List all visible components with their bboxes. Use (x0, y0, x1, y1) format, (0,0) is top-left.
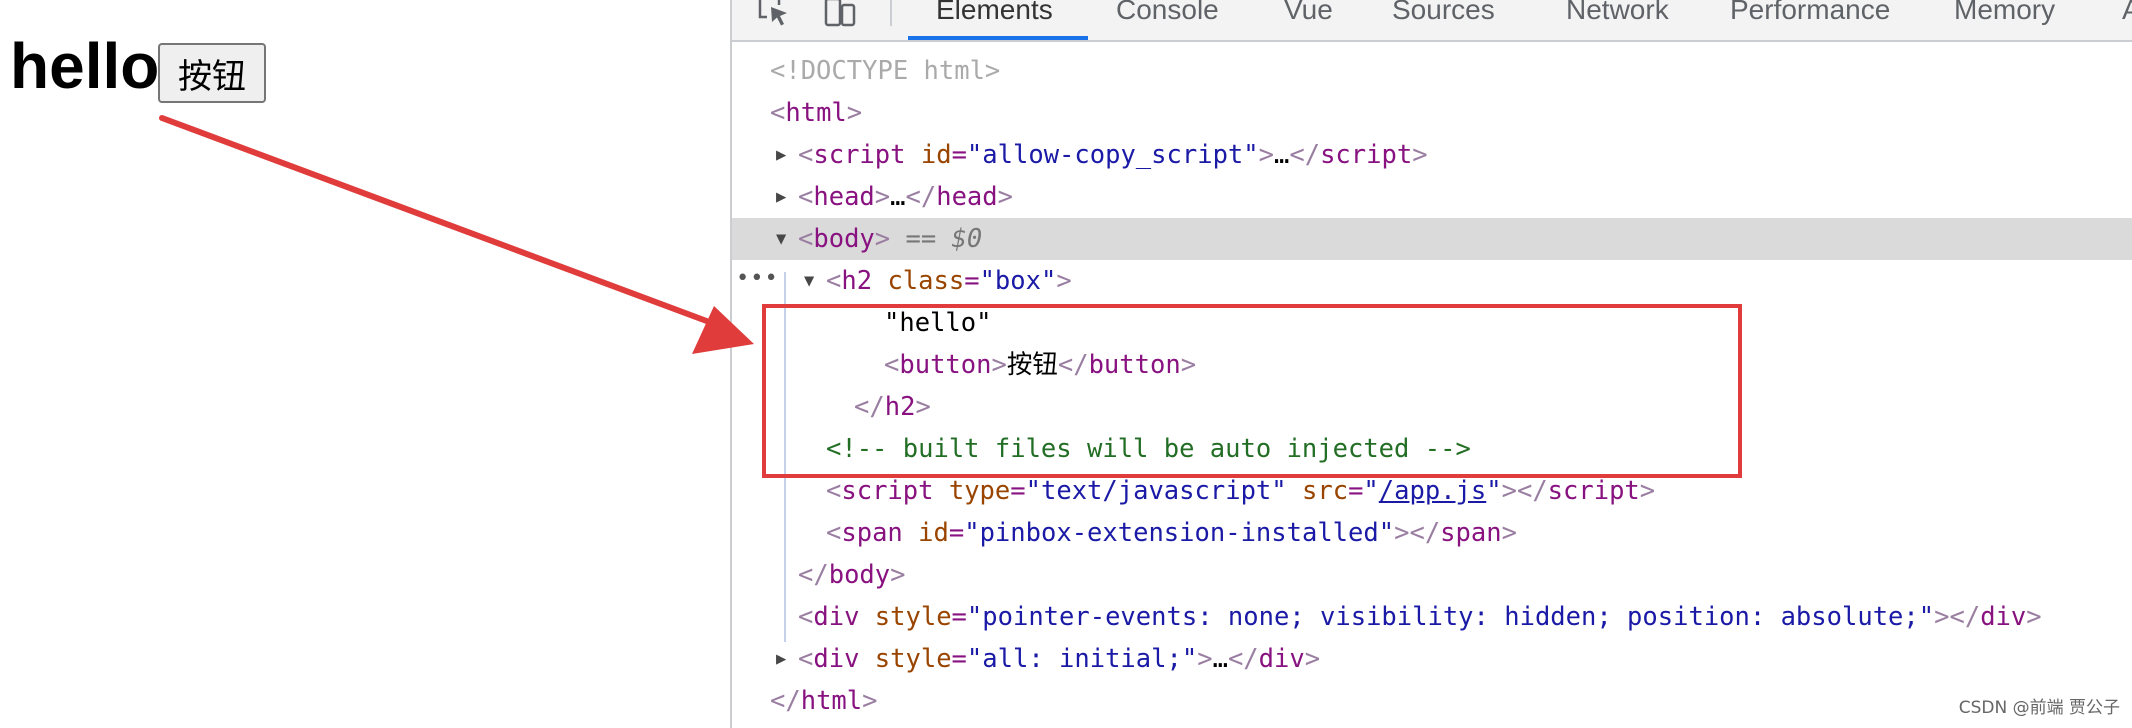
tab-overflow[interactable]: A (2118, 0, 2132, 40)
elements-dom-tree: <!DOCTYPE html> <html> ▶ <script id="all… (732, 42, 2132, 728)
attr-value: pointer-events: none; visibility: hidden… (982, 602, 1919, 632)
tag-name: h2 (841, 266, 873, 296)
inspect-element-icon[interactable] (754, 0, 794, 30)
collapsed-ellipsis: … (1212, 644, 1228, 674)
collapsed-ellipsis: … (890, 182, 906, 212)
attr-value: text/javascript (1040, 476, 1272, 506)
tag-name: div (1980, 602, 2027, 632)
tag-name: script (1547, 476, 1640, 506)
attr-name: style (874, 602, 952, 632)
dom-doctype[interactable]: <!DOCTYPE html> (770, 50, 1000, 92)
more-options-icon[interactable]: ••• (736, 260, 779, 298)
attr-value: box (994, 266, 1041, 296)
tag-name: div (813, 602, 860, 632)
tag-name: span (1440, 518, 1502, 548)
attr-value: all: initial; (982, 644, 1182, 674)
src-link[interactable]: /app.js (1379, 476, 1486, 506)
attr-name: src (1302, 476, 1349, 506)
attr-name: id (918, 518, 949, 548)
tab-memory[interactable]: Memory (1950, 0, 2059, 40)
tag-name: html (785, 98, 847, 128)
tab-elements[interactable]: Elements (932, 0, 1057, 40)
tag-name: body (828, 560, 891, 590)
expand-triangle-icon[interactable]: ▶ (776, 176, 786, 218)
tag-name: button (1088, 350, 1181, 380)
dom-body-close[interactable]: </body> (798, 554, 906, 596)
tab-performance[interactable]: Performance (1726, 0, 1894, 40)
button-text-node: 按钮 (1006, 350, 1058, 380)
collapsed-ellipsis: … (1274, 140, 1290, 170)
tab-vue[interactable]: Vue (1280, 0, 1337, 40)
toolbar-separator (890, 0, 892, 26)
dom-body-selected[interactable]: ••• ▼ <body> == $0 (732, 218, 2132, 291)
screenshot-root: hello 按钮 Elements Console Vue Sources Ne… (0, 0, 2132, 728)
dom-span-pinbox[interactable]: <span id="pinbox-extension-installed"></… (826, 512, 1517, 554)
tag-name: div (1258, 644, 1305, 674)
devtools-toolbar: Elements Console Vue Sources Network Per… (732, 0, 2132, 42)
tab-console[interactable]: Console (1112, 0, 1223, 40)
dom-html-close[interactable]: </html> (770, 680, 878, 722)
attr-value: allow-copy_script (982, 140, 1244, 170)
collapse-triangle-icon[interactable]: ▼ (804, 260, 814, 302)
tag-name: script (841, 476, 934, 506)
dom-head[interactable]: <head>…</head> (798, 176, 1013, 218)
dom-div-hidden[interactable]: <div style="pointer-events: none; visibi… (798, 596, 2042, 638)
attr-name: type (948, 476, 1011, 506)
tag-name: div (813, 644, 860, 674)
dom-div-initial[interactable]: <div style="all: initial;">…</div> (798, 638, 1320, 680)
watermark: CSDN @前端 贾公子 (1958, 698, 2120, 718)
dom-h2-open[interactable]: <h2 class="box"> (826, 260, 1072, 302)
attr-value: pinbox-extension-installed (979, 518, 1379, 548)
tag-name: head (813, 182, 875, 212)
dom-button[interactable]: <button>按钮</button> (884, 344, 1196, 386)
attr-name: class (887, 266, 965, 296)
selected-marker: == $0 (905, 224, 983, 254)
attr-name: id (920, 140, 952, 170)
tag-name: script (813, 140, 906, 170)
expand-triangle-icon[interactable]: ▶ (776, 638, 786, 680)
dom-h2-close[interactable]: </h2> (854, 386, 931, 428)
tag-name: span (841, 518, 903, 548)
tag-name: body (813, 224, 875, 254)
devtools-panel: Elements Console Vue Sources Network Per… (730, 0, 2132, 728)
collapse-triangle-icon[interactable]: ▼ (776, 218, 786, 260)
expand-triangle-icon[interactable]: ▶ (776, 134, 786, 176)
dom-script-app[interactable]: <script type="text/javascript" src="/app… (826, 470, 1655, 512)
dom-html-open[interactable]: <html> (770, 92, 862, 134)
rendered-page: hello 按钮 (0, 0, 730, 728)
attr-name: style (874, 644, 952, 674)
demo-button[interactable]: 按钮 (158, 43, 266, 103)
tab-sources[interactable]: Sources (1388, 0, 1499, 40)
tab-network[interactable]: Network (1562, 0, 1673, 40)
device-toolbar-icon[interactable] (820, 0, 860, 30)
tag-name: html (800, 686, 863, 716)
tag-name: script (1320, 140, 1413, 170)
dom-comment[interactable]: <!-- built files will be auto injected -… (826, 428, 1471, 470)
hello-heading: hello (10, 30, 160, 102)
tag-name: button (899, 350, 992, 380)
dom-text-hello[interactable]: "hello" (884, 302, 991, 344)
tag-name: h2 (884, 392, 916, 422)
active-tab-indicator (908, 36, 1088, 40)
tag-name: head (936, 182, 998, 212)
dom-script-allow-copy[interactable]: <script id="allow-copy_script">…</script… (798, 134, 1428, 176)
